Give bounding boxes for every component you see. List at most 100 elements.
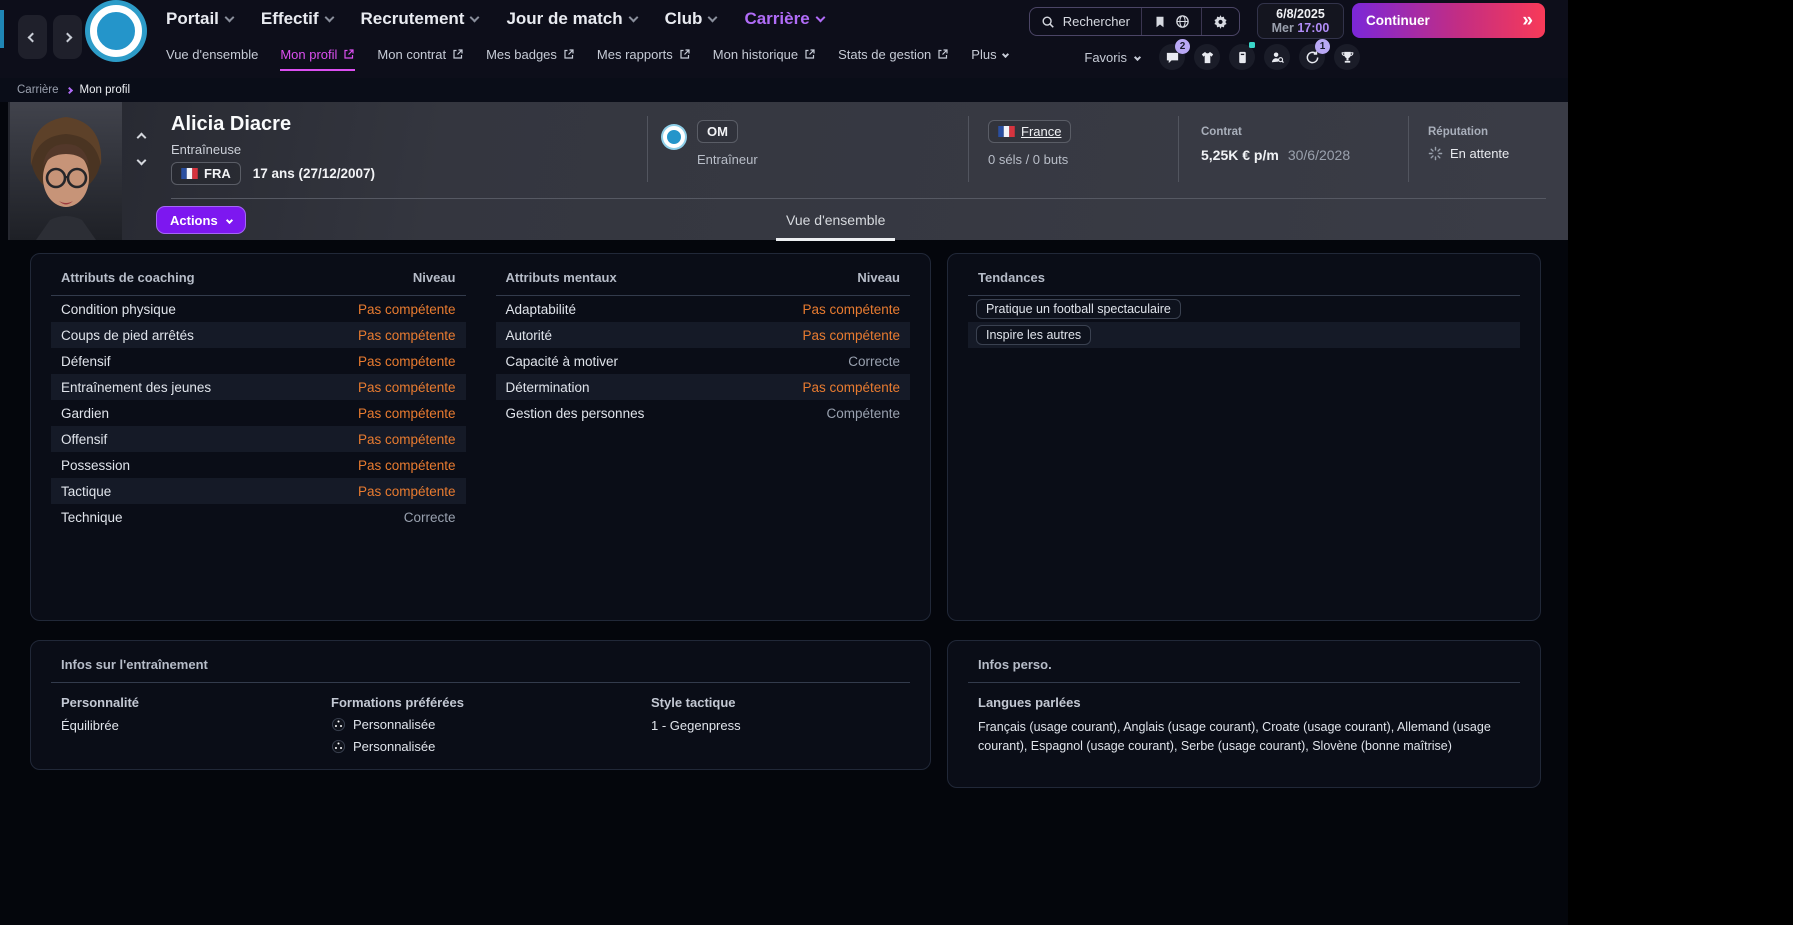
kit-button[interactable] <box>1194 44 1220 70</box>
continue-button[interactable]: Continuer » <box>1352 3 1545 38</box>
game-date-button[interactable]: 6/8/2025 Mer 17:00 <box>1257 3 1344 39</box>
contract-label: Contrat <box>1201 126 1350 138</box>
messages-button[interactable]: 2 <box>1159 44 1185 70</box>
nav-jour-de-match[interactable]: Jour de match <box>506 9 636 29</box>
settings-button[interactable] <box>1201 8 1239 35</box>
chevron-down-icon <box>324 13 334 23</box>
previous-person-button[interactable] <box>137 133 147 143</box>
table-row: TechniqueCorrecte <box>51 504 466 530</box>
sync-button[interactable]: 1 <box>1299 44 1325 70</box>
nav-effectif[interactable]: Effectif <box>261 9 333 29</box>
coaching-attributes-table: Attributs de coaching Niveau Condition p… <box>51 260 466 530</box>
contract-wage: 5,25K € p/m <box>1201 147 1279 163</box>
mental-attributes-table: Attributs mentaux Niveau AdaptabilitéPas… <box>496 260 911 530</box>
next-person-button[interactable] <box>137 156 147 166</box>
personal-info-panel: Infos perso. Langues parlées Français (u… <box>947 640 1541 788</box>
scouting-button[interactable] <box>1264 44 1290 70</box>
fra-flag-icon <box>181 168 198 179</box>
nav-recrutement[interactable]: Recrutement <box>361 9 479 29</box>
training-info-title: Infos sur l'entraînement <box>61 657 208 672</box>
tab-vue-densemble[interactable]: Vue d'ensemble <box>776 206 895 241</box>
nation-name: France <box>1021 124 1061 139</box>
tactical-style-value: 1 - Gegenpress <box>651 718 900 733</box>
external-link-icon <box>804 48 816 60</box>
id-card-icon <box>1235 50 1250 65</box>
bookmark-icon[interactable] <box>1153 15 1167 29</box>
formation-icon <box>331 717 346 732</box>
list-item: Inspire les autres <box>968 322 1520 348</box>
subnav-mon-profil[interactable]: Mon profil <box>280 47 355 71</box>
header-divider <box>171 198 1546 199</box>
table-row: AutoritéPas compétente <box>496 322 911 348</box>
person-role: Entraîneuse <box>171 142 241 157</box>
subnav-mon-contrat[interactable]: Mon contrat <box>377 47 464 71</box>
table-row: Coups de pied arrêtésPas compétente <box>51 322 466 348</box>
subnav-mon-historique[interactable]: Mon historique <box>713 47 816 71</box>
languages-value: Français (usage courant), Anglais (usage… <box>978 718 1510 756</box>
nationality-chip[interactable]: FRA <box>171 162 241 185</box>
personal-info-title: Infos perso. <box>978 657 1052 672</box>
card-status-dot <box>1249 42 1255 48</box>
languages-label: Langues parlées <box>978 695 1510 710</box>
chevron-down-icon <box>224 13 234 23</box>
licence-card-button[interactable] <box>1229 44 1255 70</box>
breadcrumb-mon-profil: Mon profil <box>80 84 131 96</box>
table-row: DéfensifPas compétente <box>51 348 466 374</box>
age-dob: 17 ans (27/12/2007) <box>253 166 375 181</box>
profile-header: Alicia Diacre Entraîneuse FRA 17 ans (27… <box>8 102 1568 240</box>
tactical-style-label: Style tactique <box>651 695 900 710</box>
actions-button[interactable]: Actions <box>156 206 246 234</box>
chevron-down-icon <box>628 13 638 23</box>
external-link-icon <box>343 48 355 60</box>
search-button[interactable]: Rechercher <box>1030 8 1141 35</box>
club-section: OM Entraîneur <box>663 120 758 167</box>
gear-icon <box>1213 14 1228 29</box>
reputation-spinner-icon <box>1428 146 1443 161</box>
chevron-down-icon <box>1134 53 1141 60</box>
game-time: 17:00 <box>1297 21 1329 35</box>
club-logo[interactable] <box>90 5 142 57</box>
chevron-right-icon <box>63 32 73 42</box>
chevron-left-icon <box>28 32 38 42</box>
caps-goals: 0 séls / 0 buts <box>988 152 1071 167</box>
contract-until: 30/6/2028 <box>1288 147 1350 163</box>
globe-icon[interactable] <box>1175 14 1190 29</box>
game-day: Mer <box>1272 21 1294 35</box>
back-button[interactable] <box>18 15 47 59</box>
reputation-label: Réputation <box>1428 126 1509 138</box>
club-chip[interactable]: OM <box>697 120 738 143</box>
club-logo-small <box>663 126 685 148</box>
chevron-down-icon <box>470 13 480 23</box>
subnav-mes-badges[interactable]: Mes badges <box>486 47 575 71</box>
subnav-mes-rapports[interactable]: Mes rapports <box>597 47 691 71</box>
nav-club[interactable]: Club <box>665 9 717 29</box>
breadcrumb-chevron-icon <box>66 86 73 93</box>
fm-window: Portail Effectif Recrutement Jour de mat… <box>0 0 1568 925</box>
chevron-down-icon <box>815 13 825 23</box>
chevron-down-icon <box>708 13 718 23</box>
sync-badge: 1 <box>1315 39 1330 54</box>
continue-chevrons-icon: » <box>1522 10 1531 32</box>
table-row: Condition physiquePas compétente <box>51 296 466 322</box>
table-row: Capacité à motiverCorrecte <box>496 348 911 374</box>
search-icon <box>1041 15 1055 29</box>
forward-button[interactable] <box>53 15 82 59</box>
external-link-icon <box>679 48 691 60</box>
training-info-panel: Infos sur l'entraînement Personnalité Éq… <box>30 640 931 770</box>
messages-badge: 2 <box>1175 39 1190 54</box>
mental-level-header: Niveau <box>857 270 900 285</box>
search-toolbar: Rechercher <box>1029 7 1240 36</box>
section-divider <box>647 116 648 182</box>
subnav-plus[interactable]: Plus <box>971 47 1007 71</box>
nav-carriere[interactable]: Carrière <box>744 9 823 29</box>
list-item: Pratique un football spectaculaire <box>968 296 1520 322</box>
nation-link-chip[interactable]: France <box>988 120 1071 143</box>
section-divider <box>1178 116 1179 182</box>
subnav-stats-de-gestion[interactable]: Stats de gestion <box>838 47 949 71</box>
trophy-button[interactable] <box>1334 44 1360 70</box>
chevron-down-icon <box>226 216 233 223</box>
favoris-dropdown[interactable]: Favoris <box>1084 50 1140 65</box>
nav-portail[interactable]: Portail <box>166 9 233 29</box>
breadcrumb-carriere[interactable]: Carrière <box>17 84 59 96</box>
subnav-vue-densemble[interactable]: Vue d'ensemble <box>166 47 258 71</box>
